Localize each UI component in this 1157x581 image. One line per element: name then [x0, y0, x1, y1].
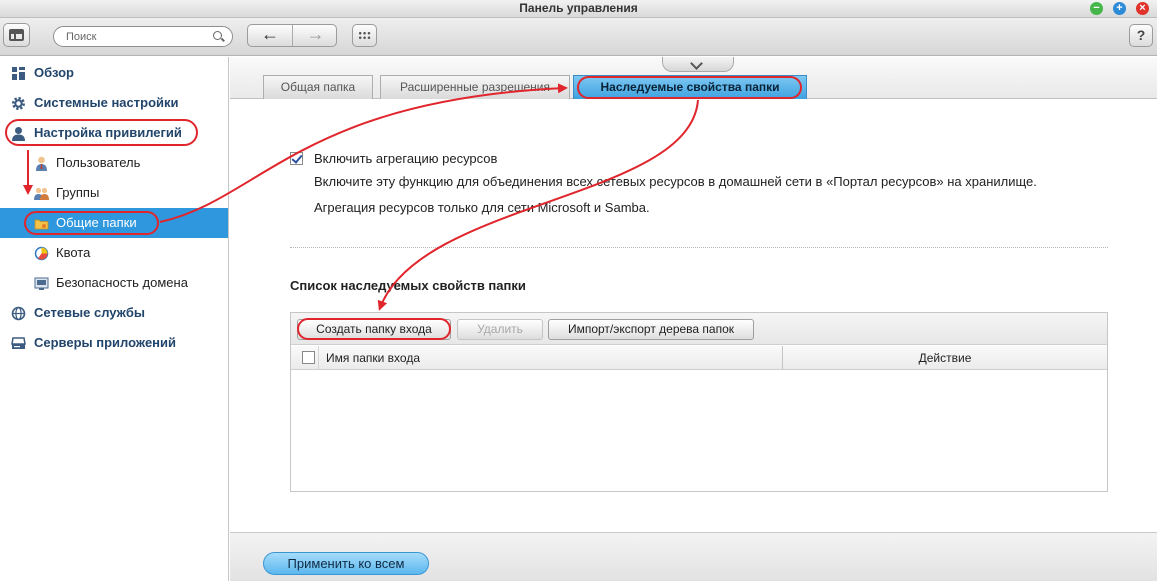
quota-icon	[34, 246, 49, 261]
toggle-sidebar-button[interactable]	[3, 23, 30, 47]
server-icon	[11, 337, 26, 349]
grid-icon	[358, 31, 371, 40]
domain-icon	[34, 277, 49, 290]
group-icon	[34, 187, 49, 200]
maximize-icon[interactable]: +	[1113, 2, 1126, 15]
sidebar-item-label: Группы	[56, 185, 100, 200]
title-bar: Панель управления − + ×	[0, 0, 1157, 18]
tab-advanced-permissions[interactable]: Расширенные разрешения	[380, 75, 570, 99]
aggregation-note: Агрегация ресурсов только для сети Micro…	[314, 200, 650, 215]
toolbar: ← → ?	[0, 18, 1157, 56]
section-title: Список наследуемых свойств папки	[290, 278, 526, 293]
window-title: Панель управления	[519, 1, 638, 15]
delete-button[interactable]: Удалить	[457, 319, 543, 340]
annotation-highlight-privileges	[5, 119, 198, 146]
tab-shared-folder[interactable]: Общая папка	[263, 75, 373, 99]
sidebar-item-label: Серверы приложений	[34, 335, 177, 350]
sidebar-item-system-settings[interactable]: Системные настройки	[0, 88, 228, 118]
sidebar-toggle-icon	[9, 29, 24, 41]
sidebar-item-user[interactable]: Пользователь	[0, 148, 228, 178]
sidebar-item-label: Квота	[56, 245, 91, 260]
sidebar-item-label: Обзор	[34, 65, 74, 80]
sidebar-item-label: Безопасность домена	[56, 275, 188, 290]
minimize-icon[interactable]: −	[1090, 2, 1103, 15]
forward-button[interactable]: →	[293, 25, 338, 46]
footer: Применить ко всем	[230, 532, 1157, 581]
sidebar-item-label: Сетевые службы	[34, 305, 146, 320]
aggregation-checkbox[interactable]	[290, 152, 303, 165]
history-nav: ← →	[247, 24, 337, 47]
column-header-name[interactable]: Имя папки входа	[326, 346, 420, 370]
apply-to-all-button[interactable]: Применить ко всем	[263, 552, 429, 575]
sidebar-item-groups[interactable]: Группы	[0, 178, 228, 208]
sidebar-item-network-services[interactable]: Сетевые службы	[0, 298, 228, 328]
gear-icon	[12, 97, 25, 110]
close-icon[interactable]: ×	[1136, 2, 1149, 15]
collapse-header-button[interactable]	[662, 57, 734, 72]
sidebar-item-label: Системные настройки	[34, 95, 179, 110]
annotation-highlight-create-button	[297, 318, 451, 340]
sidebar-item-domain-security[interactable]: Безопасность домена	[0, 268, 228, 298]
chevron-down-icon	[690, 57, 703, 70]
aggregation-label: Включить агрегацию ресурсов	[314, 151, 498, 166]
sidebar-item-overview[interactable]: Обзор	[0, 58, 228, 88]
divider	[290, 247, 1108, 248]
search-input[interactable]	[66, 29, 206, 44]
help-button[interactable]: ?	[1129, 24, 1153, 47]
search-icon[interactable]	[213, 31, 222, 40]
overview-icon	[12, 67, 25, 80]
sidebar-item-app-servers[interactable]: Серверы приложений	[0, 328, 228, 358]
select-all-checkbox[interactable]	[302, 351, 315, 364]
grid-header: Имя папки входа Действие	[291, 346, 1107, 370]
user-icon	[36, 156, 47, 171]
back-button[interactable]: ←	[248, 25, 293, 46]
globe-icon	[11, 306, 26, 321]
sidebar-item-label: Пользователь	[56, 155, 141, 170]
annotation-highlight-shared-folders	[24, 211, 159, 235]
column-separator	[318, 346, 319, 370]
annotation-highlight-tab	[577, 76, 802, 99]
aggregation-description: Включите эту функцию для объединения все…	[314, 174, 1037, 189]
sidebar-item-quota[interactable]: Квота	[0, 238, 228, 268]
search-box[interactable]	[53, 26, 233, 47]
import-export-tree-button[interactable]: Импорт/экспорт дерева папок	[548, 319, 754, 340]
apps-button[interactable]	[352, 24, 377, 47]
column-header-action[interactable]: Действие	[783, 346, 1107, 370]
